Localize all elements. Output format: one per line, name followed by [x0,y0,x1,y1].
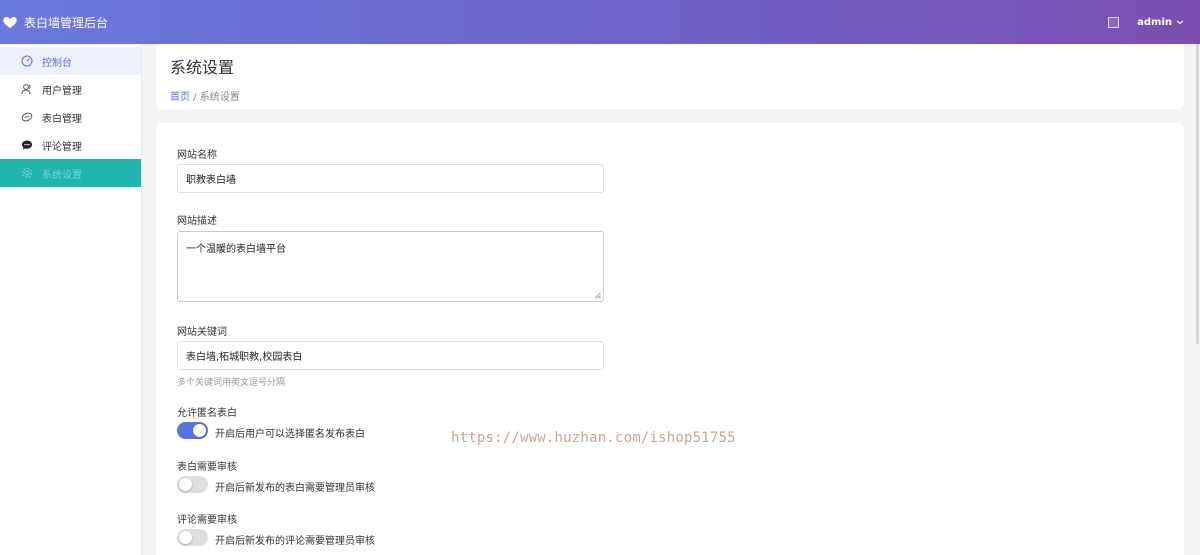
breadcrumb: 首页 / 系统设置 [170,88,1184,103]
app-title: 表白墙管理后台 [24,15,109,30]
sidebar-item-settings[interactable]: 系统设置 [0,159,141,187]
heart-icon [3,17,17,28]
site-keywords-value: 表白墙,柘城职教,校园表白 [186,352,303,363]
brand[interactable]: 表白墙管理后台 [0,14,108,31]
breadcrumb-separator: / [193,92,197,103]
settings-icon [20,166,34,180]
user-name[interactable]: admin [1137,17,1172,28]
sidebar-item-dashboard[interactable]: 控制台 [0,47,141,75]
sidebar-item-comments[interactable]: 评论管理 [0,131,141,159]
scrollbar[interactable] [1196,44,1199,344]
comment-review-label: 评论需要审核 [177,515,237,526]
toggle-knob [179,531,192,544]
site-keywords-label: 网站关键词 [177,327,227,338]
sidebar-item-label: 控制台 [42,57,72,69]
site-keywords-hint: 多个关键词用英文逗号分隔 [177,378,286,388]
watermark-text: https://www.huzhan.com/ishop51755 [451,430,736,446]
comment-review-text: 开启后新发布的评论需要管理员审核 [215,536,375,547]
site-name-input[interactable]: 职教表白墙 [177,164,604,193]
avatar[interactable] [1108,16,1120,28]
comment-icon [20,138,34,152]
sidebar-item-label: 用户管理 [42,85,82,97]
confession-review-text: 开启后新发布的表白需要管理员审核 [215,483,375,494]
page-title: 系统设置 [170,58,235,77]
sidebar-item-label: 表白管理 [42,113,82,125]
comment-review-toggle[interactable] [177,529,208,546]
allow-anonymous-label: 允许匿名表白 [177,408,237,419]
allow-anonymous-text: 开启后用户可以选择匿名发布表白 [215,429,365,440]
site-name-label: 网站名称 [177,150,217,161]
sidebar-item-label: 系统设置 [42,169,82,181]
sidebar: 控制台 用户管理 表白管理 评论管理 系统设置 [0,44,142,555]
sidebar-item-label: 评论管理 [42,141,82,153]
users-icon [20,82,34,96]
site-name-value: 职教表白墙 [186,175,236,186]
page-header: 系统设置 首页 / 系统设置 [156,44,1184,109]
chevron-down-icon[interactable] [1176,18,1184,26]
sidebar-item-users[interactable]: 用户管理 [0,75,141,103]
heart-outline-icon [20,110,34,124]
toggle-knob [193,424,206,437]
site-desc-textarea[interactable]: 一个温暖的表白墙平台 [177,231,604,302]
toggle-knob [179,478,192,491]
site-keywords-input[interactable]: 表白墙,柘城职教,校园表白 [177,341,604,370]
top-bar: 表白墙管理后台 admin [0,0,1200,44]
settings-form: 网站名称 职教表白墙 网站描述 一个温暖的表白墙平台 网站关键词 表白墙,柘城职… [156,123,1184,555]
breadcrumb-home-link[interactable]: 首页 [170,92,190,103]
resize-grip-icon[interactable] [594,292,601,299]
breadcrumb-current: 系统设置 [199,92,240,103]
site-desc-label: 网站描述 [177,216,217,227]
site-desc-value: 一个温暖的表白墙平台 [186,244,286,255]
confession-review-toggle[interactable] [177,476,208,493]
allow-anonymous-toggle[interactable] [177,422,208,439]
main-content: 系统设置 首页 / 系统设置 网站名称 职教表白墙 网站描述 一个温暖的表白墙平… [142,44,1200,555]
dashboard-icon [20,54,34,68]
confession-review-label: 表白需要审核 [177,462,237,473]
sidebar-item-confessions[interactable]: 表白管理 [0,103,141,131]
